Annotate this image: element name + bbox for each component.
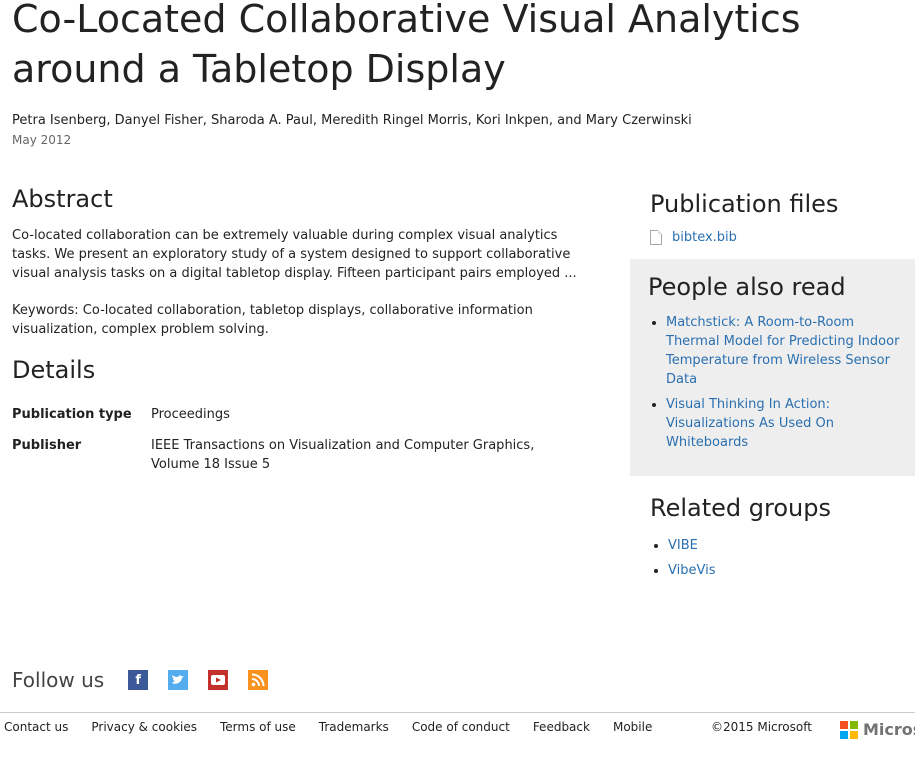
group-link-vibevis[interactable]: VibeVis — [668, 563, 715, 578]
group-link-vibe[interactable]: VIBE — [668, 538, 698, 553]
copyright-text: ©2015 Microsoft — [711, 720, 812, 734]
related-paper-link[interactable]: Matchstick: A Room-to-Room Thermal Model… — [666, 315, 899, 387]
detail-key: Publisher — [12, 438, 82, 453]
footer-link-trademarks[interactable]: Trademarks — [319, 720, 389, 734]
related-paper-link[interactable]: Visual Thinking In Action: Visualization… — [666, 397, 834, 450]
people-also-read-section: People also read Matchstick: A Room-to-R… — [630, 259, 915, 476]
detail-row-publisher: Publisher IEEE Transactions on Visualiza… — [12, 436, 587, 474]
twitter-icon[interactable] — [168, 670, 189, 690]
file-icon — [650, 230, 662, 245]
author-list: Petra Isenberg, Danyel Fisher, Sharoda A… — [12, 113, 692, 128]
main-content: Abstract Co-located collaboration can be… — [12, 185, 587, 474]
publication-files-heading: Publication files — [650, 190, 839, 218]
details-heading: Details — [12, 356, 96, 384]
youtube-icon[interactable] — [208, 670, 229, 690]
abstract-text: Co-located collaboration can be extremel… — [12, 228, 577, 281]
detail-key: Publication type — [12, 407, 132, 422]
sidebar: Publication files bibtex.bib People also… — [630, 190, 915, 586]
abstract-heading: Abstract — [12, 185, 113, 213]
footer-link-mobile[interactable]: Mobile — [613, 720, 652, 734]
publication-files-section: Publication files bibtex.bib — [630, 190, 915, 259]
related-groups-section: Related groups VIBE VibeVis — [630, 476, 915, 580]
detail-value: IEEE Transactions on Visualization and C… — [151, 438, 535, 472]
related-groups-heading: Related groups — [650, 494, 831, 522]
microsoft-wordmark: Microsoft — [863, 720, 915, 739]
people-also-read-heading: People also read — [648, 273, 846, 301]
footer-link-terms[interactable]: Terms of use — [220, 720, 296, 734]
rss-icon[interactable] — [248, 670, 269, 690]
detail-row-publication-type: Publication type Proceedings — [12, 405, 587, 424]
list-item: VibeVis — [668, 561, 915, 580]
footer-link-privacy[interactable]: Privacy & cookies — [91, 720, 197, 734]
footer-link-contact[interactable]: Contact us — [4, 720, 68, 734]
microsoft-logo[interactable]: Microsoft — [840, 720, 915, 739]
footer-link-feedback[interactable]: Feedback — [533, 720, 590, 734]
publication-date: May 2012 — [12, 133, 72, 147]
list-item: Matchstick: A Room-to-Room Thermal Model… — [666, 313, 901, 389]
people-also-read-list: Matchstick: A Room-to-Room Thermal Model… — [648, 313, 901, 452]
footer-divider — [0, 712, 915, 713]
microsoft-logo-icon — [840, 720, 858, 739]
footer-links: Contact us Privacy & cookies Terms of us… — [4, 720, 675, 734]
facebook-icon[interactable]: f — [128, 670, 149, 690]
list-item: Visual Thinking In Action: Visualization… — [666, 395, 901, 452]
list-item: VIBE — [668, 536, 915, 555]
related-groups-list: VIBE VibeVis — [650, 536, 915, 580]
footer-link-code-of-conduct[interactable]: Code of conduct — [412, 720, 510, 734]
file-link-bibtex[interactable]: bibtex.bib — [672, 230, 737, 245]
file-item[interactable]: bibtex.bib — [650, 230, 915, 245]
keywords-text: Keywords: Co-located collaboration, tabl… — [12, 303, 533, 337]
page-title: Co-Located Collaborative Visual Analytic… — [12, 0, 801, 91]
follow-us-bar: Follow us f — [12, 668, 288, 692]
follow-us-label: Follow us — [12, 668, 105, 692]
detail-value: Proceedings — [151, 407, 230, 422]
